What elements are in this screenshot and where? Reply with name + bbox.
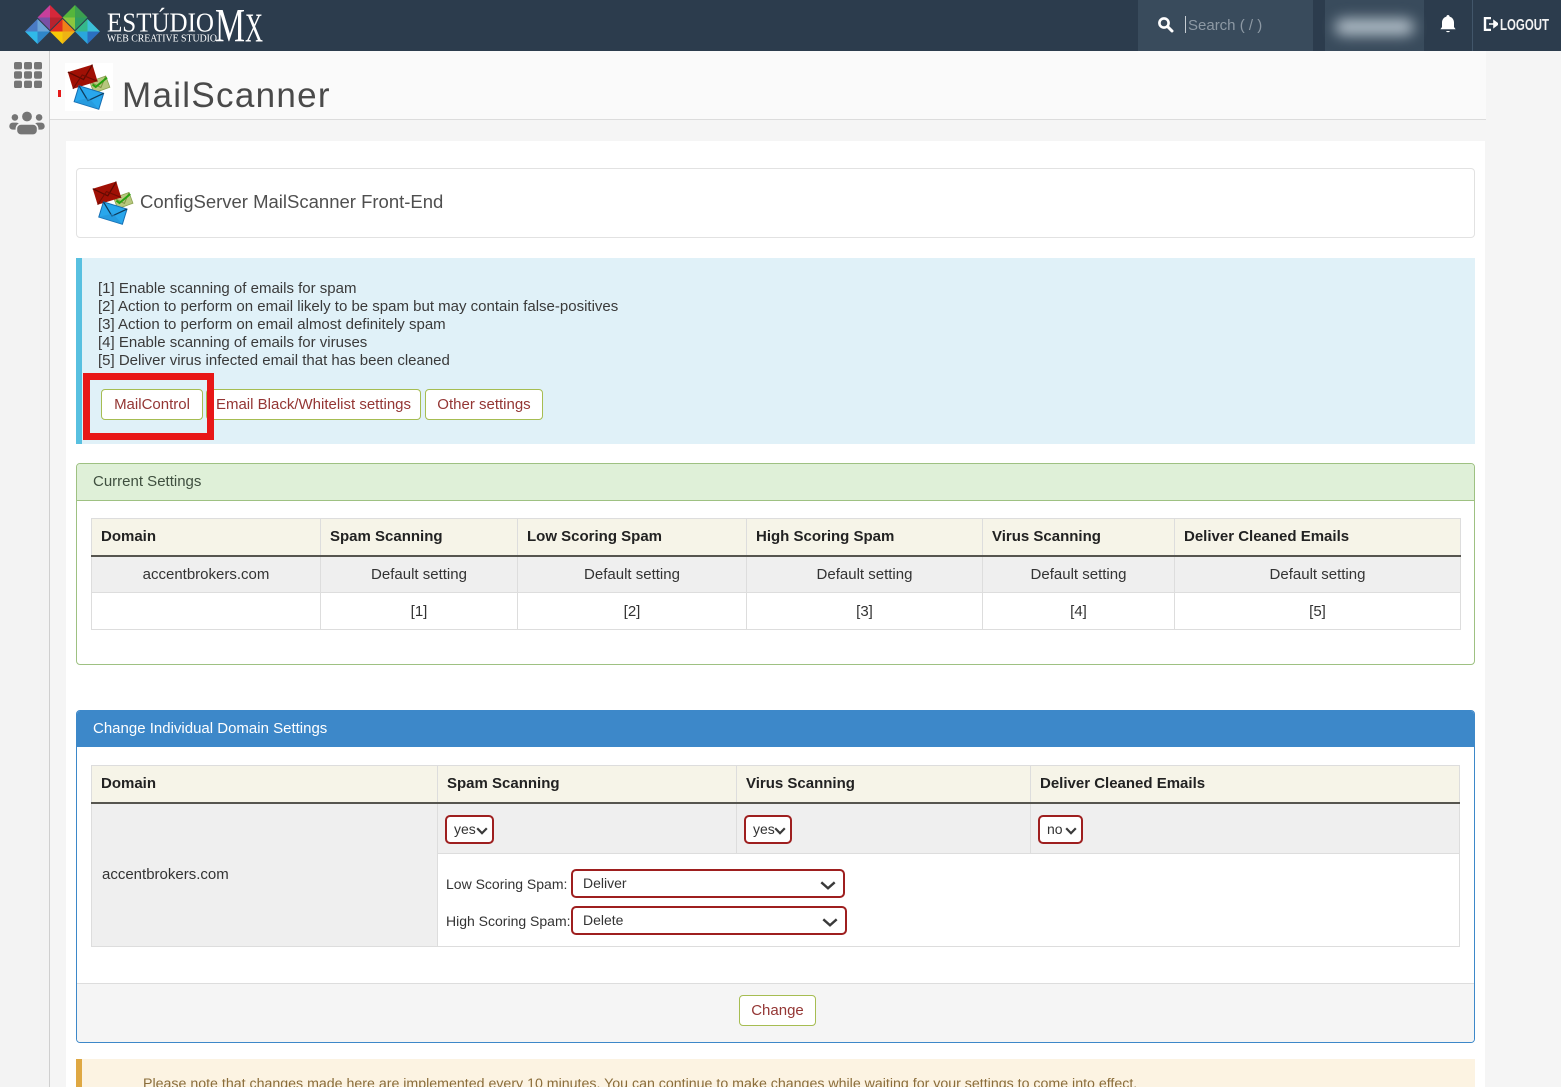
svg-text:LOGOUT: LOGOUT (1500, 17, 1549, 34)
svg-text:WEB CREATIVE STUDIO: WEB CREATIVE STUDIO (107, 32, 217, 44)
svg-text:M: M (215, 0, 245, 51)
svg-text:X: X (245, 4, 263, 50)
